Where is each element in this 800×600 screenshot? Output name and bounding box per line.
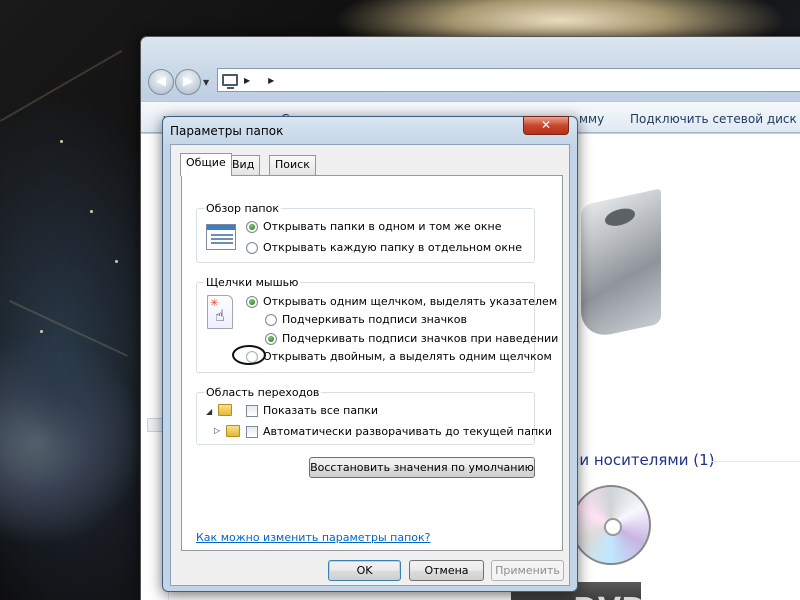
folder-options-help-link[interactable]: Как можно изменить параметры папок? bbox=[196, 531, 430, 544]
dialog-body: Общие Вид Поиск Обзор папок Открывать па… bbox=[170, 144, 570, 586]
tree-collapsed-arrow-icon: ▷ bbox=[214, 426, 221, 435]
tab-search[interactable]: Поиск bbox=[269, 155, 316, 175]
tree-expanded-arrow-icon: ◢ bbox=[206, 407, 213, 416]
close-button[interactable]: ✕ bbox=[523, 116, 569, 135]
radio-button[interactable] bbox=[246, 295, 258, 308]
radio-button[interactable] bbox=[265, 332, 277, 345]
wallpaper-streak bbox=[9, 300, 128, 357]
computer-icon bbox=[222, 74, 238, 89]
wallpaper-spark bbox=[40, 330, 43, 333]
breadcrumb-arrow-icon[interactable]: ▶ bbox=[244, 76, 250, 85]
radio-double-click[interactable]: Открывать двойным, а выделять одним щелч… bbox=[246, 350, 552, 363]
cancel-button[interactable]: Отмена bbox=[409, 560, 484, 581]
folder-window-icon bbox=[206, 224, 236, 250]
hard-drive-icon[interactable] bbox=[581, 188, 661, 341]
hand-pointer-icon: ☝ bbox=[215, 306, 225, 325]
group-title: Обзор папок bbox=[204, 202, 281, 215]
radio-label[interactable]: Открывать одним щелчком, выделять указат… bbox=[263, 295, 557, 308]
radio-label[interactable]: Открывать каждую папку в отдельном окне bbox=[263, 241, 522, 254]
removable-storage-group-header[interactable]: ми носителями (1) bbox=[568, 451, 714, 469]
radio-single-click[interactable]: Открывать одним щелчком, выделять указат… bbox=[246, 295, 557, 308]
navigation-pane-group: Область переходов ◢ ▷ Показать все папки… bbox=[196, 386, 552, 445]
folder-icon bbox=[226, 425, 240, 437]
radio-button[interactable] bbox=[246, 220, 258, 233]
checkbox-show-all-folders[interactable]: Показать все папки bbox=[246, 404, 378, 417]
radio-label[interactable]: Открывать двойным, а выделять одним щелч… bbox=[263, 350, 552, 363]
back-button[interactable]: ◀ bbox=[148, 69, 174, 95]
recent-pages-dropdown[interactable]: ▼ bbox=[203, 78, 209, 87]
dvd-drive-icon[interactable] bbox=[571, 485, 651, 565]
browse-folders-group: Обзор папок Открывать папки в одном и то… bbox=[196, 202, 535, 263]
toolbar-item-truncated[interactable]: мму bbox=[579, 112, 604, 126]
folder-options-dialog: Параметры папок ✕ Общие Вид Поиск Обзор … bbox=[162, 116, 578, 592]
group-title: Область переходов bbox=[204, 386, 322, 399]
wallpaper-spark bbox=[90, 210, 93, 213]
apply-button[interactable]: Применить bbox=[491, 560, 564, 581]
busy-cursor-icon bbox=[232, 345, 266, 365]
group-divider bbox=[711, 461, 800, 462]
address-bar[interactable]: ▶ ▶ bbox=[217, 68, 800, 92]
wallpaper-streak bbox=[0, 50, 123, 122]
radio-label[interactable]: Открывать папки в одном и том же окне bbox=[263, 220, 502, 233]
tab-general[interactable]: Общие bbox=[180, 153, 232, 176]
close-icon: ✕ bbox=[540, 118, 552, 132]
single-click-icon: ✳ ☝ bbox=[207, 295, 233, 329]
checkbox[interactable] bbox=[246, 404, 258, 417]
map-network-drive-button[interactable]: Подключить сетевой диск bbox=[630, 112, 797, 126]
radio-label[interactable]: Подчеркивать подписи значков при наведен… bbox=[282, 332, 558, 345]
checkbox-label[interactable]: Показать все папки bbox=[263, 404, 378, 417]
tab-panel-general: Обзор папок Открывать папки в одном и то… bbox=[181, 175, 563, 551]
radio-button[interactable] bbox=[265, 313, 277, 326]
radio-button[interactable] bbox=[246, 241, 258, 254]
checkbox-label[interactable]: Автоматически разворачивать до текущей п… bbox=[263, 425, 552, 438]
radio-underline-always[interactable]: Подчеркивать подписи значков bbox=[265, 313, 467, 326]
dialog-title: Параметры папок bbox=[170, 124, 284, 138]
checkbox-auto-expand[interactable]: Автоматически разворачивать до текущей п… bbox=[246, 425, 552, 438]
radio-open-same-window[interactable]: Открывать папки в одном и том же окне bbox=[246, 220, 502, 233]
radio-open-new-window[interactable]: Открывать каждую папку в отдельном окне bbox=[246, 241, 522, 254]
radio-label[interactable]: Подчеркивать подписи значков bbox=[282, 313, 467, 326]
wallpaper-spark bbox=[60, 140, 63, 143]
checkbox[interactable] bbox=[246, 425, 258, 438]
group-title: Щелчки мышью bbox=[204, 276, 301, 289]
forward-button[interactable]: ▶ bbox=[175, 69, 201, 95]
click-items-group: Щелчки мышью ✳ ☝ Открывать одним щелчком… bbox=[196, 276, 558, 373]
ok-button[interactable]: OK bbox=[328, 560, 401, 581]
restore-defaults-button[interactable]: Восстановить значения по умолчанию bbox=[309, 457, 535, 478]
breadcrumb-arrow-icon[interactable]: ▶ bbox=[268, 76, 274, 85]
wallpaper-spark bbox=[115, 260, 118, 263]
radio-underline-hover[interactable]: Подчеркивать подписи значков при наведен… bbox=[265, 332, 558, 345]
folder-icon bbox=[218, 404, 232, 416]
